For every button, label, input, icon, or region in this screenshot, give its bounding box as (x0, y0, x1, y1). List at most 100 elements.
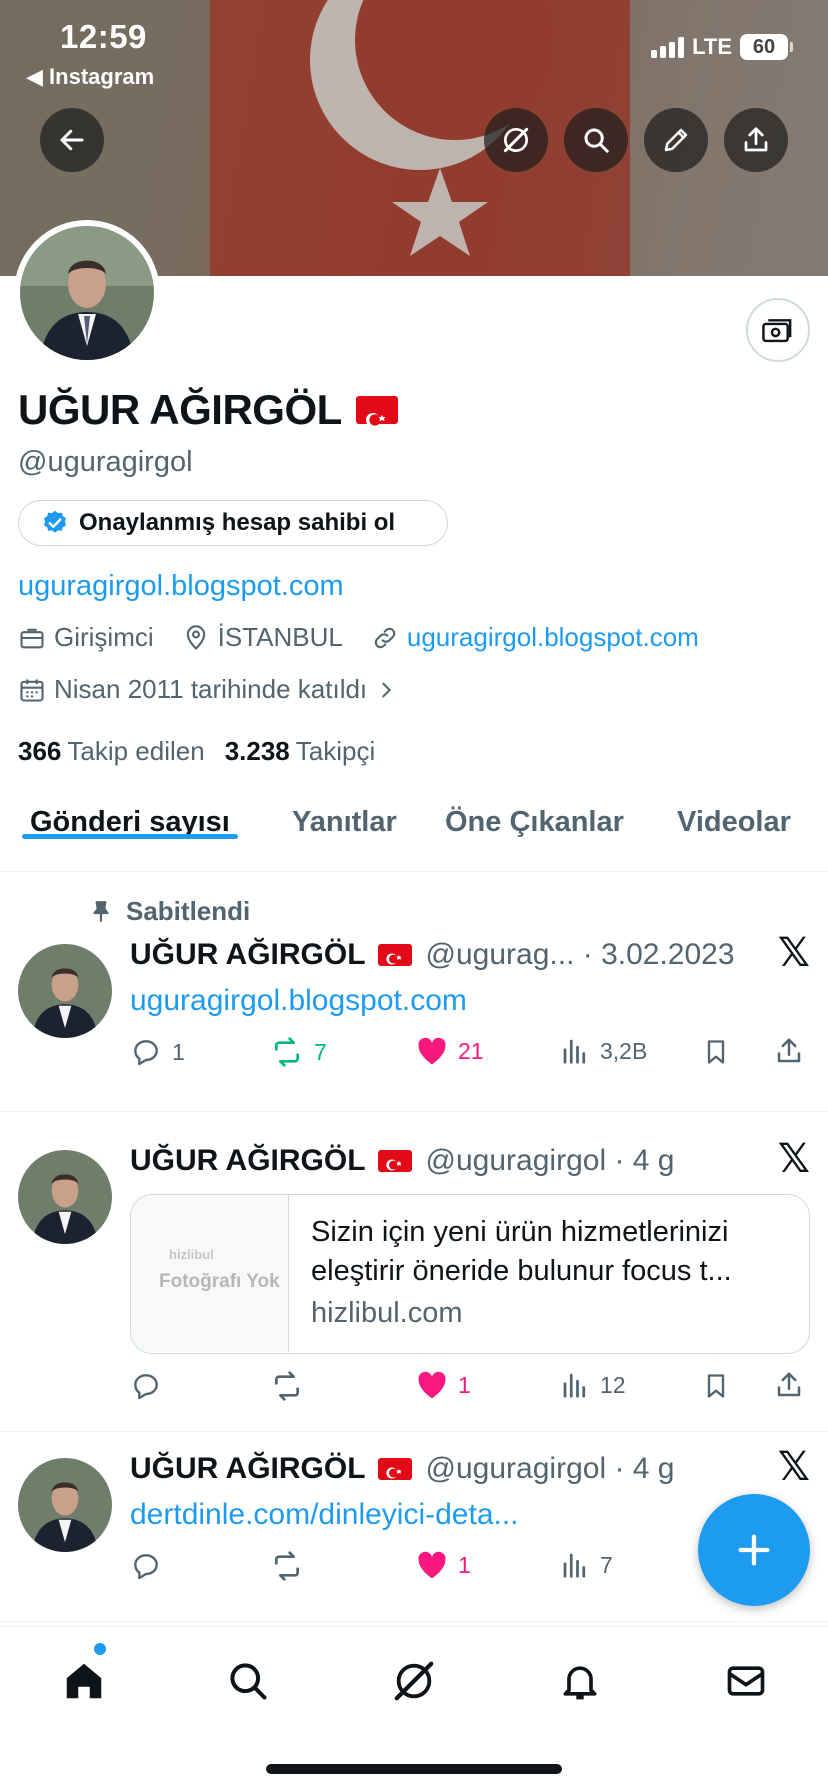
location-pin-icon (186, 624, 205, 650)
professional-tools-button[interactable] (746, 298, 810, 362)
views-count: 3,2B (600, 1037, 648, 1064)
like-count: 1 (458, 1551, 471, 1578)
tab-highlights[interactable]: Öne Çıkanlar (445, 790, 624, 839)
post-actions: 1 7 21 3,2B (130, 1036, 810, 1076)
post-link[interactable]: uguragirgol.blogspot.com (130, 984, 467, 1018)
category-item: Girişimci (18, 622, 154, 653)
home-icon (66, 1663, 102, 1699)
retweet-button[interactable] (270, 1550, 304, 1582)
bookmark-button[interactable] (702, 1036, 730, 1068)
like-count: 21 (458, 1037, 484, 1064)
pinned-label: Sabitlendi (88, 896, 250, 927)
post-actions: 1 12 (130, 1370, 810, 1410)
heart-icon (418, 1371, 446, 1399)
retweet-count: 7 (314, 1038, 327, 1065)
battery-level: 60 (752, 35, 776, 58)
reply-button[interactable] (130, 1370, 162, 1402)
envelope-icon (727, 1666, 765, 1696)
reply-button[interactable]: 1 (130, 1036, 185, 1068)
x-logo-icon[interactable]: 𝕏 (778, 1136, 810, 1182)
tab-posts[interactable]: Gönderi sayısı (22, 790, 238, 839)
bookmark-button[interactable] (702, 1370, 730, 1402)
get-verified-button[interactable]: Onaylanmış hesap sahibi ol (18, 500, 448, 546)
back-to-app-link[interactable]: ◀ Instagram (26, 64, 154, 90)
post-avatar[interactable] (18, 1150, 112, 1244)
nav-messages[interactable] (716, 1651, 776, 1711)
bookmark-icon (707, 1374, 725, 1398)
search-icon (230, 1663, 267, 1700)
reply-button[interactable] (130, 1550, 162, 1582)
tab-active-indicator (22, 834, 238, 839)
post-handle-time: @uguragirgol · 4 g (425, 1144, 675, 1177)
link-preview-card[interactable]: hizlibul Fotoğrafı Yok Sizin için yeni ü… (130, 1194, 810, 1354)
home-indicator-bar[interactable] (266, 1764, 562, 1774)
compose-post-button[interactable] (698, 1494, 810, 1606)
followers-link[interactable]: 3.238 Takipçi (225, 736, 376, 767)
post-header: UĞUR AĞIRGÖL @ugurag... · 3.02.2023 (130, 938, 735, 972)
briefcase-icon (20, 628, 44, 648)
verified-badge-icon (43, 510, 67, 533)
turkey-flag-icon (355, 396, 398, 427)
followers-label: Takipçi (295, 736, 376, 766)
card-brand: hizlibul (169, 1247, 214, 1262)
like-count: 1 (458, 1371, 471, 1398)
post-link[interactable]: dertdinle.com/dinleyici-deta... (130, 1498, 519, 1532)
joined-item: Nisan 2011 tarihinde katıldı (18, 674, 397, 705)
post-author-name[interactable]: UĞUR AĞIRGÖL (130, 1144, 366, 1178)
nav-home[interactable] (54, 1651, 114, 1711)
profile-tabs: Gönderi sayısı Yanıtlar Öne Çıkanlar Vid… (0, 790, 828, 872)
post-author-name[interactable]: UĞUR AĞIRGÖL (130, 938, 366, 972)
retweet-icon (275, 1551, 299, 1581)
nav-notifications[interactable] (550, 1651, 610, 1711)
nav-grok[interactable] (384, 1651, 444, 1711)
x-logo-icon[interactable]: 𝕏 (778, 930, 810, 976)
location-text: İSTANBUL (217, 622, 343, 652)
share-button[interactable] (724, 108, 788, 172)
tab-replies[interactable]: Yanıtlar (292, 790, 397, 839)
profile-avatar[interactable] (14, 220, 160, 366)
profile-meta: Girişimci İSTANBUL uguragirgol.blogspot.… (18, 622, 727, 653)
retweet-icon (275, 1037, 299, 1067)
grok-icon (394, 1661, 434, 1701)
joined-text: Nisan 2011 tarihinde katıldı (54, 674, 368, 704)
turkey-flag-icon (377, 1150, 412, 1172)
post-share-button[interactable] (774, 1036, 804, 1066)
tab-replies-label: Yanıtlar (292, 806, 397, 838)
back-button[interactable] (40, 108, 104, 172)
share-icon (777, 1372, 801, 1397)
website-link[interactable]: uguragirgol.blogspot.com (407, 622, 699, 653)
link-icon (374, 627, 396, 648)
like-button[interactable]: 1 (416, 1550, 471, 1580)
following-link[interactable]: 366 Takip edilen (18, 736, 205, 767)
follow-stats: 366 Takip edilen 3.238 Takipçi (18, 736, 375, 767)
retweet-button[interactable]: 7 (270, 1036, 327, 1068)
joined-row[interactable]: Nisan 2011 tarihinde katıldı (18, 674, 425, 705)
reply-icon (134, 1040, 158, 1066)
nav-search[interactable] (218, 1651, 278, 1711)
following-count: 366 (18, 736, 62, 766)
following-label: Takip edilen (67, 736, 205, 766)
post-avatar[interactable] (18, 944, 112, 1038)
post-avatar[interactable] (18, 1458, 112, 1552)
category-text: Girişimci (54, 622, 154, 652)
heart-icon (418, 1037, 446, 1065)
like-button[interactable]: 21 (416, 1036, 484, 1066)
like-button[interactable]: 1 (416, 1370, 471, 1400)
grok-button[interactable] (484, 108, 548, 172)
search-button[interactable] (564, 108, 628, 172)
tab-videos[interactable]: Videolar (677, 790, 791, 839)
reply-icon (134, 1554, 158, 1580)
bio-link[interactable]: uguragirgol.blogspot.com (18, 570, 344, 603)
post-author-name[interactable]: UĞUR AĞIRGÖL (130, 1452, 366, 1486)
x-logo-icon[interactable]: 𝕏 (778, 1444, 810, 1490)
views-button[interactable]: 7 (560, 1550, 613, 1580)
post-share-button[interactable] (774, 1370, 804, 1400)
share-icon (744, 127, 768, 152)
reply-icon (134, 1374, 158, 1400)
edit-button[interactable] (644, 108, 708, 172)
views-button[interactable]: 3,2B (560, 1036, 647, 1066)
website-item[interactable]: uguragirgol.blogspot.com (371, 622, 699, 653)
views-count: 7 (600, 1551, 613, 1578)
retweet-button[interactable] (270, 1370, 304, 1402)
views-button[interactable]: 12 (560, 1370, 626, 1400)
